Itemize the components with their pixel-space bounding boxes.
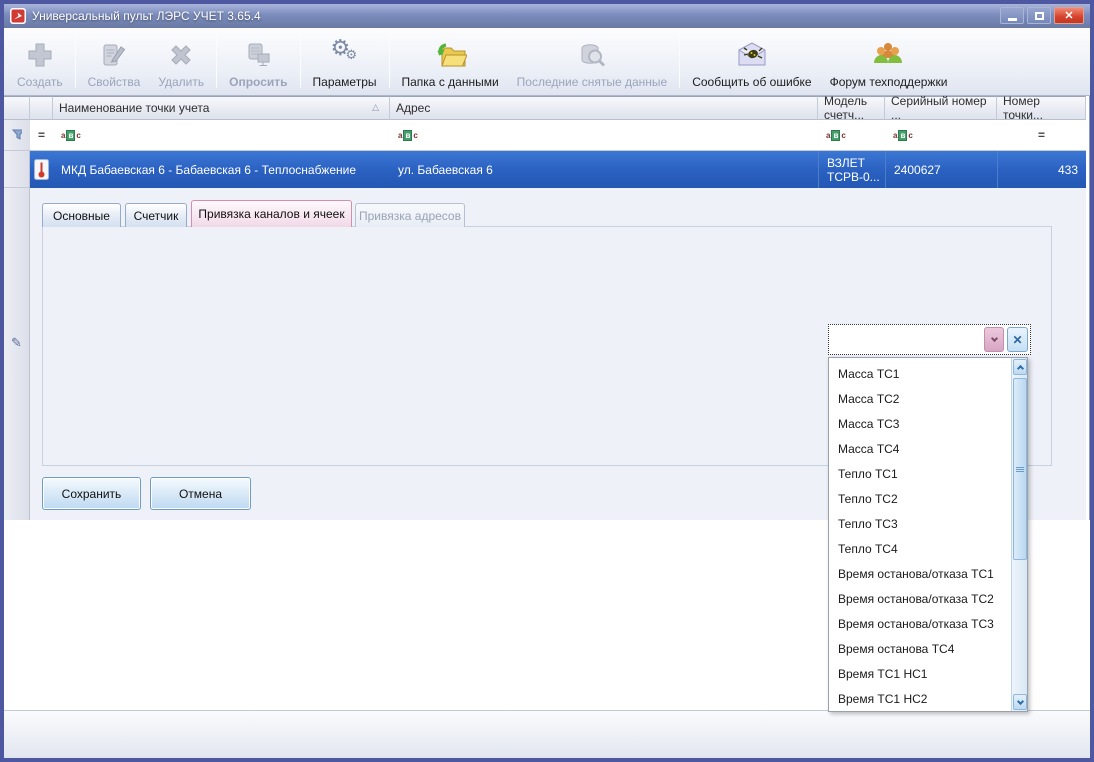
abc-filter-icon: авс xyxy=(826,129,846,141)
x-icon xyxy=(166,38,196,72)
dropdown-item[interactable]: Время останова/отказа ТС3 xyxy=(830,611,1008,636)
scroll-down-button[interactable] xyxy=(1013,694,1027,710)
dropdown-item[interactable]: Масса ТС4 xyxy=(830,436,1008,461)
poll-button: Опросить xyxy=(220,30,296,92)
filter-name[interactable]: авс xyxy=(53,120,390,151)
dropdown-item[interactable]: Масса ТС1 xyxy=(830,361,1008,386)
data-folder-button[interactable]: Папка с данными xyxy=(393,30,508,92)
gears-icon: ⚙ ⚙ xyxy=(330,36,358,63)
row-indicator-cell xyxy=(4,151,30,188)
column-header-point[interactable]: Номер точки... xyxy=(997,94,1086,122)
toolbar-separator xyxy=(388,34,390,88)
minimize-button[interactable] xyxy=(1000,7,1024,24)
toolbar-separator xyxy=(216,34,218,88)
scroll-up-button[interactable] xyxy=(1013,359,1027,375)
point-row-name[interactable]: МКД Бабаевская 6 - Бабаевская 6 - Теплос… xyxy=(53,151,390,188)
edit-row-indicator-strip: ✎ xyxy=(4,188,30,520)
dropdown-item[interactable]: Время ТС1 НС1 xyxy=(830,661,1008,686)
thermometer-icon xyxy=(34,159,49,180)
abc-filter-icon: авс xyxy=(893,129,913,141)
column-header-name[interactable]: Наименование точки учета △ xyxy=(53,96,390,120)
abc-filter-icon: авс xyxy=(398,129,418,141)
dropdown-scrollbar[interactable] xyxy=(1011,358,1027,711)
titlebar[interactable]: Универсальный пульт ЛЭРС УЧЕТ 3.65.4 ✕ xyxy=(4,4,1090,28)
tab-channels-cells[interactable]: Привязка каналов и ячеек xyxy=(191,200,352,227)
chevron-down-icon xyxy=(990,334,998,343)
dropdown-item[interactable]: Время останова/отказа ТС1 xyxy=(830,561,1008,586)
point-row-serial[interactable]: 2400627 xyxy=(885,151,997,188)
dropdown-item[interactable]: Масса ТС3 xyxy=(830,411,1008,436)
chevron-up-icon xyxy=(1016,364,1024,372)
point-type-cell xyxy=(30,151,53,188)
filter-icon-col[interactable]: = xyxy=(30,120,53,151)
filter-point[interactable]: = xyxy=(997,120,1086,151)
funnel-icon xyxy=(12,129,22,140)
maximize-icon xyxy=(1034,11,1044,20)
grid-header-icon-col xyxy=(30,96,53,120)
database-search-icon xyxy=(576,38,608,72)
window-title: Универсальный пульт ЛЭРС УЧЕТ 3.65.4 xyxy=(32,9,261,23)
minimize-icon xyxy=(1007,17,1017,21)
create-button: Создать xyxy=(8,30,72,92)
point-row-number[interactable]: 433 xyxy=(997,151,1086,188)
combo-clear-button[interactable]: ✕ xyxy=(1007,327,1028,352)
column-header-serial[interactable]: Серийный номер ... xyxy=(885,94,997,122)
filter-address[interactable]: авс xyxy=(390,120,818,151)
dropdown-item[interactable]: Время ТС1 НС2 xyxy=(830,686,1008,711)
sort-asc-icon: △ xyxy=(372,103,379,113)
recent-data-button: Последние снятые данные xyxy=(508,30,677,92)
envelope-bug-icon xyxy=(735,38,769,72)
chevron-down-icon xyxy=(1016,697,1024,705)
toolbar-separator xyxy=(299,34,301,88)
cell-combo-editor[interactable]: ✕ xyxy=(828,324,1031,355)
point-row-address[interactable]: ул. Бабаевская 6 xyxy=(390,151,818,188)
properties-button: Свойства xyxy=(79,30,150,92)
dropdown-item[interactable]: Тепло ТС2 xyxy=(830,486,1008,511)
toolbar-separator xyxy=(74,34,76,88)
app-logo-icon xyxy=(10,8,26,24)
combo-dropdown-button[interactable] xyxy=(984,327,1004,352)
status-bar xyxy=(4,710,1090,758)
toolbar: Создать Свойства Удалить Опросить ⚙ ⚙ Пар… xyxy=(4,28,1090,96)
support-forum-button[interactable]: Форум техподдержки xyxy=(821,30,957,92)
grip-icon xyxy=(1016,468,1024,470)
notepad-pencil-icon xyxy=(99,38,129,72)
abc-filter-icon: авс xyxy=(61,129,81,141)
plus-icon xyxy=(25,38,55,72)
maximize-button[interactable] xyxy=(1027,7,1051,24)
cell-dropdown-popup: Масса ТС1 Масса ТС2 Масса ТС3 Масса ТС4 … xyxy=(828,357,1028,712)
report-error-button[interactable]: Сообщить об ошибке xyxy=(683,30,820,92)
tab-addresses: Привязка адресов xyxy=(355,203,465,227)
scrollbar-thumb[interactable] xyxy=(1013,378,1027,560)
save-button[interactable]: Сохранить xyxy=(42,477,141,510)
dropdown-item[interactable]: Тепло ТС1 xyxy=(830,461,1008,486)
app-window: Универсальный пульт ЛЭРС УЧЕТ 3.65.4 ✕ С… xyxy=(0,0,1094,762)
point-row-model[interactable]: ВЗЛЕТ ТСРВ-0... xyxy=(818,151,885,188)
column-header-model[interactable]: Модель счетч... xyxy=(818,94,885,122)
toolbar-separator xyxy=(679,34,681,88)
dropdown-item[interactable]: Масса ТС2 xyxy=(830,386,1008,411)
close-button[interactable]: ✕ xyxy=(1054,7,1084,24)
parameters-button[interactable]: ⚙ ⚙ Параметры xyxy=(304,30,386,92)
edit-pencil-icon: ✎ xyxy=(11,336,22,351)
filter-serial[interactable]: авс xyxy=(885,120,997,151)
dropdown-item[interactable]: Тепло ТС3 xyxy=(830,511,1008,536)
dropdown-item[interactable]: Время останова/отказа ТС2 xyxy=(830,586,1008,611)
cancel-button[interactable]: Отмена xyxy=(150,477,251,510)
tab-counter[interactable]: Счетчик xyxy=(125,203,187,227)
server-monitor-icon xyxy=(243,38,273,72)
dropdown-item[interactable]: Тепло ТС4 xyxy=(830,536,1008,561)
delete-button: Удалить xyxy=(149,30,213,92)
tab-basic[interactable]: Основные xyxy=(42,203,121,227)
filter-menu-cell[interactable] xyxy=(4,120,30,151)
grid-header-indicator xyxy=(4,96,30,120)
folder-icon xyxy=(433,38,468,72)
dropdown-item[interactable]: Время останова ТС4 xyxy=(830,636,1008,661)
filter-model[interactable]: авс xyxy=(818,120,885,151)
people-group-icon xyxy=(871,38,905,72)
column-header-address[interactable]: Адрес xyxy=(390,96,818,120)
